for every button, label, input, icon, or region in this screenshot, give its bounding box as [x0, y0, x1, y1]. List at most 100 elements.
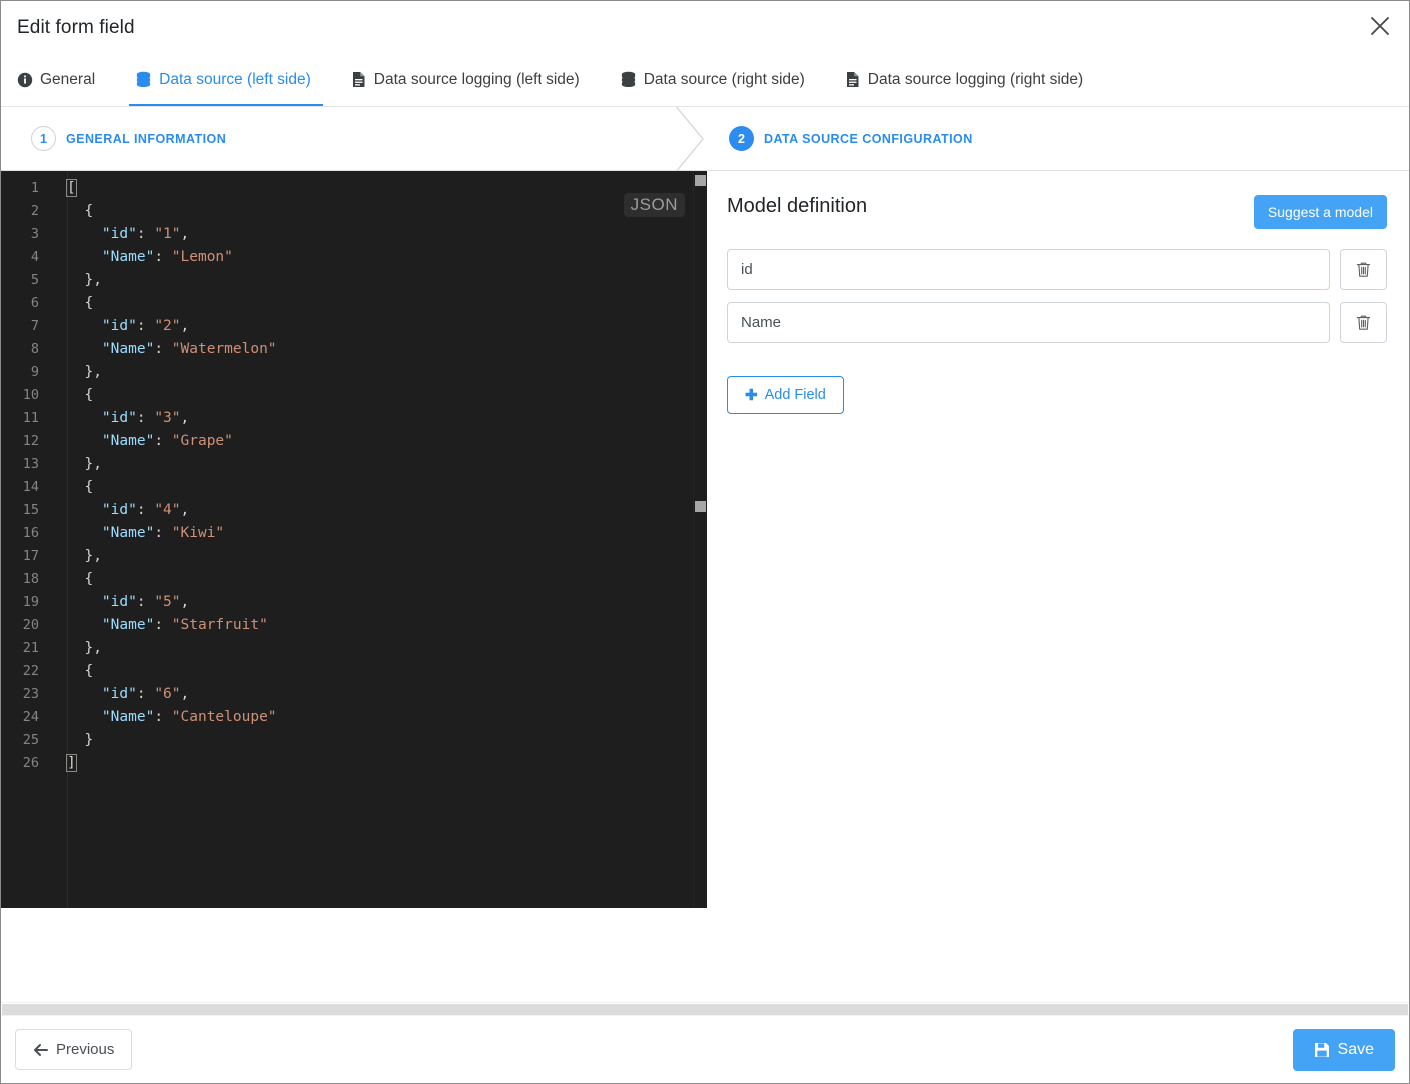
- add-field-label: Add Field: [764, 387, 826, 403]
- scrollbar-marker[interactable]: [695, 501, 706, 512]
- code-line-text: },: [67, 640, 102, 656]
- code-line-text: {: [67, 479, 94, 495]
- code-line-text: "id": "3",: [101, 410, 190, 426]
- line-number: 15: [22, 502, 39, 518]
- code-line: 13 },: [1, 453, 707, 476]
- dialog-footer: Previous Save: [1, 1015, 1409, 1083]
- tab-data-source-right[interactable]: Data source (right side): [614, 55, 817, 106]
- line-number: 6: [30, 295, 39, 311]
- tab-label: Data source (right side): [643, 70, 805, 88]
- tab-general[interactable]: General: [11, 55, 107, 106]
- code-line: 7 "id": "2",: [1, 315, 707, 338]
- plus-icon: ✚: [745, 386, 758, 404]
- code-line-text: "id": "5",: [101, 594, 190, 610]
- model-field-input-name[interactable]: [727, 302, 1330, 343]
- code-line-text: {: [67, 387, 94, 403]
- code-line-text: {: [67, 663, 94, 679]
- previous-label: Previous: [56, 1041, 115, 1058]
- wizard-step-data-source-configuration[interactable]: 2 DATA SOURCE CONFIGURATION: [707, 107, 1409, 170]
- model-field-input-id[interactable]: [727, 249, 1330, 290]
- line-number: 21: [22, 640, 39, 656]
- line-number: 3: [30, 226, 39, 242]
- wizard-step-bar: 1 GENERAL INFORMATION 2 DATA SOURCE CONF…: [1, 107, 1409, 171]
- panel-header: Model definition Suggest a model: [727, 195, 1387, 229]
- edit-form-field-dialog: Edit form field General Data source (lef…: [0, 0, 1410, 1084]
- code-line-text: },: [67, 548, 102, 564]
- code-line: 3 "id": "1",: [1, 223, 707, 246]
- line-number: 24: [22, 709, 39, 725]
- code-line-text: "id": "1",: [101, 226, 190, 242]
- json-code-editor[interactable]: 1[2 {3 "id": "1", 4 "Name": "Lemon" 5 }, 6 …: [1, 171, 707, 908]
- line-number: 9: [30, 364, 39, 380]
- database-icon: [620, 71, 637, 88]
- model-field-row: [727, 302, 1387, 343]
- code-line: 14 {: [1, 476, 707, 499]
- code-line: 2 {: [1, 200, 707, 223]
- step-number: 1: [31, 126, 56, 151]
- tab-label: Data source logging (right side): [867, 70, 1084, 88]
- code-line: 26]: [1, 752, 707, 775]
- code-line: 19 "id": "5",: [1, 591, 707, 614]
- save-button[interactable]: Save: [1292, 1028, 1395, 1071]
- scrollbar-thumb[interactable]: [695, 175, 706, 186]
- delete-field-button[interactable]: [1340, 302, 1387, 343]
- previous-button[interactable]: Previous: [15, 1029, 133, 1070]
- suggest-a-model-button[interactable]: Suggest a model: [1253, 195, 1387, 229]
- code-line: 20 "Name": "Starfruit": [1, 614, 707, 637]
- tab-data-source-logging-right[interactable]: Data source logging (right side): [839, 55, 1095, 106]
- code-line: 12 "Name": "Grape": [1, 430, 707, 453]
- line-number: 18: [22, 571, 39, 587]
- floppy-disk-icon: [1314, 1042, 1329, 1057]
- code-line: 4 "Name": "Lemon": [1, 246, 707, 269]
- horizontal-scrollbar[interactable]: [1, 1002, 1409, 1015]
- code-line-text: [: [66, 179, 77, 197]
- editor-code-area[interactable]: 1[2 {3 "id": "1", 4 "Name": "Lemon" 5 }, 6 …: [1, 171, 707, 775]
- code-line: 23 "id": "6",: [1, 683, 707, 706]
- panel-title: Model definition: [727, 195, 868, 217]
- horizontal-scrollbar-thumb[interactable]: [2, 1004, 1408, 1015]
- info-circle-icon: [17, 72, 33, 88]
- code-line: 25 }: [1, 729, 707, 752]
- tab-label: Data source logging (left side): [373, 70, 580, 88]
- delete-field-button[interactable]: [1340, 249, 1387, 290]
- code-line-text: "Name": "Lemon": [101, 249, 233, 265]
- trash-icon: [1356, 262, 1371, 277]
- code-line-text: "Name": "Kiwi": [101, 525, 225, 541]
- tab-data-source-logging-left[interactable]: Data source logging (left side): [345, 55, 592, 106]
- line-number: 12: [22, 433, 39, 449]
- model-definition-panel: Model definition Suggest a model id Name…: [707, 171, 1409, 1015]
- arrow-left-icon: [34, 1043, 48, 1056]
- add-field-button[interactable]: ✚ Add Field: [727, 376, 844, 414]
- editor-scrollbar[interactable]: [693, 171, 707, 908]
- close-icon[interactable]: [1363, 9, 1397, 43]
- tab-data-source-left[interactable]: Data source (left side): [129, 55, 323, 106]
- tab-label: General: [40, 70, 96, 88]
- code-line: 24 "Name": "Canteloupe": [1, 706, 707, 729]
- code-line: 15 "id": "4",: [1, 499, 707, 522]
- code-line: 1[: [1, 177, 707, 200]
- code-line: 5 },: [1, 269, 707, 292]
- code-line: 10 {: [1, 384, 707, 407]
- code-line-text: },: [67, 364, 102, 380]
- code-line: 16 "Name": "Kiwi": [1, 522, 707, 545]
- line-number: 16: [22, 525, 39, 541]
- step-label: GENERAL INFORMATION: [66, 131, 227, 146]
- code-line-text: "id": "6",: [101, 686, 190, 702]
- wizard-step-general-information[interactable]: 1 GENERAL INFORMATION: [1, 107, 707, 170]
- model-field-row: [727, 249, 1387, 290]
- line-number: 7: [30, 318, 39, 334]
- code-line-text: "Name": "Watermelon": [101, 341, 277, 357]
- step-number: 2: [729, 126, 754, 151]
- dialog-titlebar: Edit form field: [1, 1, 1409, 55]
- line-number: 8: [30, 341, 39, 357]
- code-line-text: "Name": "Canteloupe": [101, 709, 277, 725]
- line-number: 17: [22, 548, 39, 564]
- tab-bar: General Data source (left side) Data sou…: [1, 55, 1409, 107]
- line-number: 11: [22, 410, 39, 426]
- line-number: 10: [22, 387, 39, 403]
- tab-label: Data source (left side): [159, 70, 311, 88]
- code-line: 11 "id": "3",: [1, 407, 707, 430]
- line-number: 23: [22, 686, 39, 702]
- code-line-text: {: [67, 203, 94, 219]
- code-line-text: {: [67, 295, 94, 311]
